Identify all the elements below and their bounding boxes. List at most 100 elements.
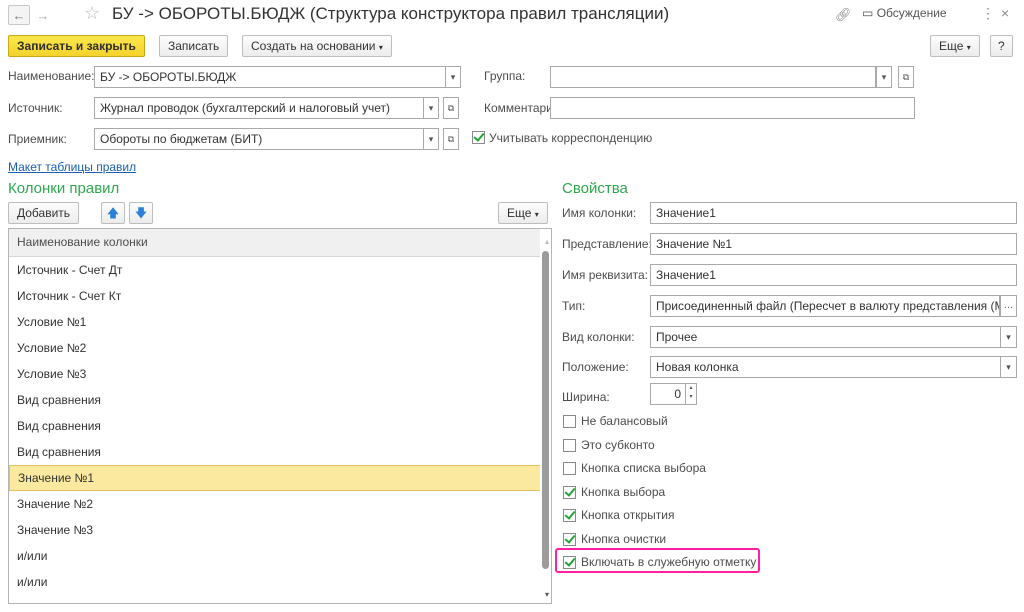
create-basis-button[interactable]: Создать на основании ▾: [242, 35, 392, 57]
pos-dropdown[interactable]: ▾: [1000, 356, 1017, 378]
attr-field[interactable]: Значение1: [650, 264, 1017, 286]
chevron-down-icon: ▾: [428, 134, 434, 144]
more-label: Еще: [939, 39, 964, 53]
list-item[interactable]: Условие №1: [9, 309, 551, 335]
add-button[interactable]: Добавить: [8, 202, 80, 224]
list-item[interactable]: Вид сравнения: [9, 387, 551, 413]
list-item[interactable]: Условие №3: [9, 361, 551, 387]
receiver-field[interactable]: Обороты по бюджетам (БИТ): [94, 128, 424, 150]
more-button[interactable]: Еще ▾: [930, 35, 980, 57]
more-menu-icon[interactable]: ⋮: [981, 5, 995, 22]
property-checkbox-label: Кнопка списка выбора: [581, 461, 706, 475]
scrollbar-thumb[interactable]: [542, 251, 549, 569]
close-icon[interactable]: ×: [1001, 5, 1009, 21]
list-item[interactable]: Вид сравнения: [9, 413, 551, 439]
move-down-button[interactable]: 🡇: [129, 202, 153, 224]
name-field[interactable]: БУ -> ОБОРОТЫ.БЮДЖ: [94, 66, 446, 88]
property-checkbox[interactable]: [563, 415, 576, 428]
property-checkbox[interactable]: [563, 485, 576, 499]
more-label: Еще: [507, 206, 532, 220]
favorite-star-icon[interactable]: ☆: [84, 3, 100, 24]
chevron-down-icon: ▾: [378, 43, 383, 52]
group-field[interactable]: [550, 66, 876, 88]
window-title: БУ -> ОБОРОТЫ.БЮДЖ (Структура конструкто…: [112, 4, 670, 23]
group-open-button[interactable]: ⧉: [898, 66, 914, 88]
discussion-button[interactable]: ▭ Обсуждение: [862, 6, 947, 20]
width-label: Ширина:: [562, 390, 610, 404]
layout-table-link[interactable]: Макет таблицы правил: [8, 160, 136, 174]
scrollbar[interactable]: ▴ ▾: [540, 229, 551, 603]
list-item[interactable]: и/или: [9, 569, 551, 595]
stepper-up-icon[interactable]: ▴: [686, 384, 696, 393]
link-icon[interactable]: 🔗︎: [835, 7, 852, 23]
list-item[interactable]: и/или: [9, 543, 551, 569]
chevron-down-icon: ▾: [450, 72, 456, 82]
property-checkbox[interactable]: [563, 462, 576, 475]
save-button[interactable]: Записать: [159, 35, 229, 57]
stepper-down-icon[interactable]: ▾: [686, 393, 696, 402]
name-dropdown[interactable]: ▾: [445, 66, 461, 88]
property-checkbox-label: Кнопка открытия: [581, 508, 675, 522]
list-item[interactable]: Значение №1: [9, 465, 541, 491]
arrow-down-icon: 🡇: [134, 206, 148, 220]
source-dropdown[interactable]: ▾: [423, 97, 439, 119]
receiver-label: Приемник:: [8, 132, 67, 146]
list-header[interactable]: Наименование колонки: [9, 229, 551, 257]
create-basis-label: Создать на основании: [251, 39, 376, 53]
col-name-field[interactable]: Значение1: [650, 202, 1017, 224]
list-item[interactable]: Значение №3: [9, 517, 551, 543]
list-rows: Источник - Счет Дт Источник - Счет Кт Усло…: [9, 257, 551, 603]
corr-checkbox[interactable]: [472, 131, 485, 144]
chevron-down-icon: ▾: [881, 72, 887, 82]
arrow-up-icon: 🡅: [106, 206, 120, 220]
chat-icon: ▭: [862, 6, 874, 20]
property-checkbox[interactable]: [563, 509, 576, 522]
columns-more-button[interactable]: Еще ▾: [498, 202, 548, 224]
chevron-down-icon: ▾: [966, 43, 971, 52]
group-dropdown[interactable]: ▾: [876, 66, 892, 88]
list-item[interactable]: и/или: [9, 595, 551, 603]
repr-field[interactable]: Значение №1: [650, 233, 1017, 255]
scroll-up-icon[interactable]: ▴: [545, 237, 549, 246]
columns-list[interactable]: Наименование колонки Источник - Счет Дт И…: [8, 228, 552, 604]
source-field[interactable]: Журнал проводок (бухгалтерский и налогов…: [94, 97, 424, 119]
arrow-left-icon: ←: [12, 8, 26, 23]
chevron-down-icon: ▾: [1006, 332, 1011, 342]
list-item[interactable]: Значение №2: [9, 491, 551, 517]
columns-section-title: Колонки правил: [8, 180, 120, 197]
move-up-button[interactable]: 🡅: [101, 202, 125, 224]
chevron-down-icon: ▾: [1006, 362, 1011, 372]
pos-field[interactable]: Новая колонка: [650, 356, 1001, 378]
property-checkbox[interactable]: [563, 532, 576, 546]
property-checkbox-label: Это субконто: [581, 437, 655, 452]
width-stepper[interactable]: ▴ ▾: [685, 383, 697, 405]
property-checkbox[interactable]: [563, 438, 576, 452]
chevron-down-icon: ▾: [534, 210, 539, 219]
property-checkbox-label: Не балансовый: [581, 414, 668, 428]
type-field[interactable]: Присоединенный файл (Пересчет в валюту п…: [650, 295, 1000, 317]
open-icon: ⧉: [447, 103, 455, 113]
list-item[interactable]: Условие №2: [9, 335, 551, 361]
attr-label: Имя реквизита:: [562, 268, 648, 282]
help-button[interactable]: ?: [990, 35, 1013, 57]
forward-button[interactable]: →: [32, 5, 54, 25]
save-close-button[interactable]: Записать и закрыть: [8, 35, 145, 57]
kind-field[interactable]: Прочее: [650, 326, 1001, 348]
list-item[interactable]: Источник - Счет Дт: [9, 257, 551, 283]
scroll-down-icon[interactable]: ▾: [545, 590, 549, 599]
property-checkbox-label: Кнопка выбора: [581, 484, 666, 499]
back-button[interactable]: ←: [8, 5, 30, 25]
type-select-button[interactable]: …: [1000, 295, 1017, 317]
width-field[interactable]: 0: [650, 383, 686, 405]
receiver-dropdown[interactable]: ▾: [423, 128, 439, 150]
name-label: Наименование:: [8, 69, 95, 83]
source-open-button[interactable]: ⧉: [443, 97, 459, 119]
kind-dropdown[interactable]: ▾: [1000, 326, 1017, 348]
property-checkbox-label: Кнопка очистки: [581, 531, 667, 546]
col-name-label: Имя колонки:: [562, 206, 637, 220]
list-item[interactable]: Источник - Счет Кт: [9, 283, 551, 309]
receiver-open-button[interactable]: ⧉: [443, 128, 459, 150]
comment-field[interactable]: [550, 97, 915, 119]
ellipsis-icon: …: [1003, 300, 1014, 311]
list-item[interactable]: Вид сравнения: [9, 439, 551, 465]
